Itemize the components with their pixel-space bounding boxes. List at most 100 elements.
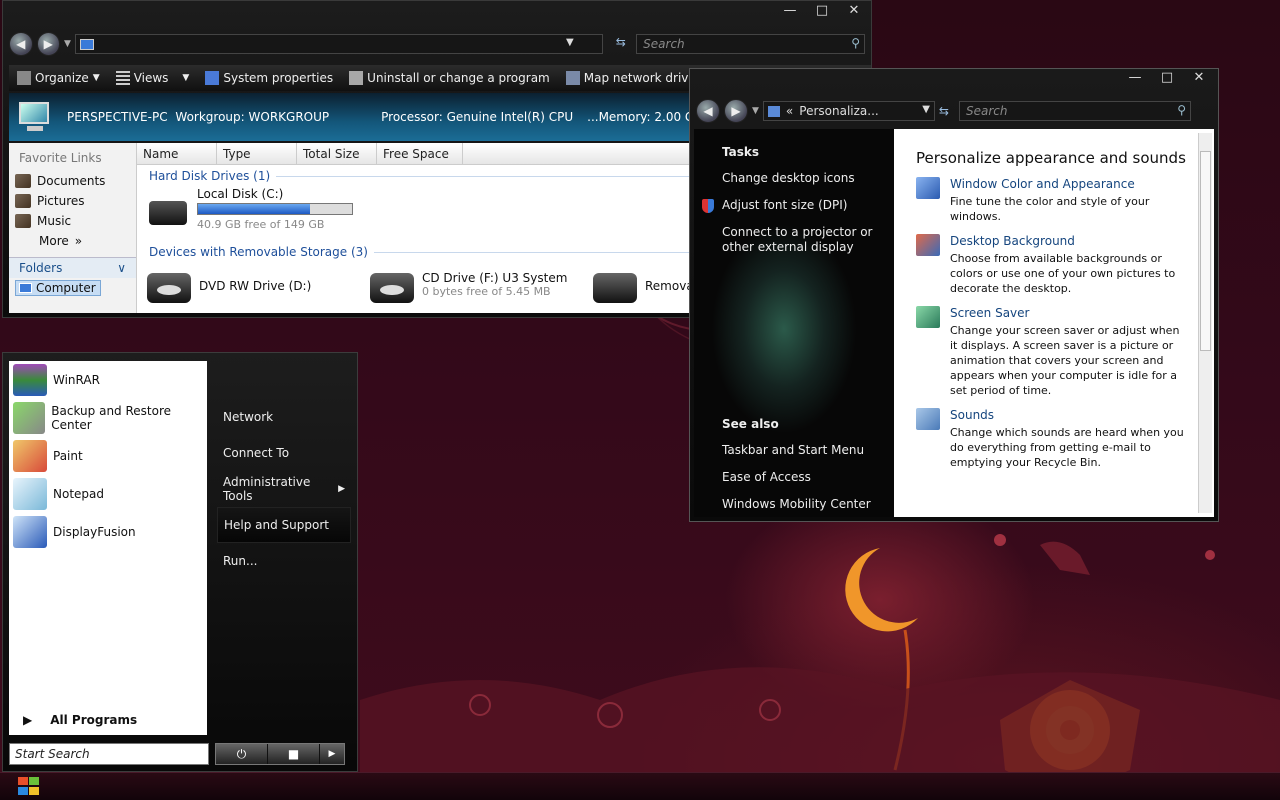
search-icon[interactable]: ⚲ xyxy=(851,36,860,50)
start-link-label: Help and Support xyxy=(224,518,329,532)
maximize-button[interactable]: □ xyxy=(1158,70,1176,85)
program-label: WinRAR xyxy=(53,373,100,387)
address-bar[interactable]: ▼ ⇆ xyxy=(74,34,626,54)
winrar-icon xyxy=(13,364,47,396)
start-link-connect-to[interactable]: Connect To xyxy=(217,435,351,471)
close-button[interactable]: ✕ xyxy=(1190,70,1208,85)
refresh-icon[interactable]: ⇆ xyxy=(939,104,949,118)
column-header-free-space[interactable]: Free Space xyxy=(377,143,463,164)
tree-item-computer[interactable]: Computer xyxy=(15,280,101,296)
task-connect-projector[interactable]: Connect to a projector or other external… xyxy=(722,225,892,255)
program-paint[interactable]: Paint xyxy=(9,437,207,475)
address-dropdown-icon[interactable]: ▼ xyxy=(566,37,574,48)
paint-icon xyxy=(13,440,47,472)
views-button[interactable]: Views ▼ xyxy=(108,71,198,85)
refresh-icon[interactable]: ⇆ xyxy=(616,35,626,49)
program-label: Notepad xyxy=(53,487,104,501)
drive-local-disk[interactable]: Local Disk (C:) 40.9 GB free of 149 GB xyxy=(147,187,353,231)
processor-label: Processor: xyxy=(381,110,443,124)
lock-button[interactable]: ■ xyxy=(268,744,320,764)
recent-pages-icon[interactable]: ▼ xyxy=(752,106,759,116)
drive-cd-u3[interactable]: CD Drive (F:) U3 System 0 bytes free of … xyxy=(370,269,567,305)
screen-saver-icon xyxy=(916,306,940,328)
views-label: Views xyxy=(133,71,169,85)
start-menu: WinRAR Backup and Restore Center Paint N… xyxy=(2,352,358,772)
program-displayfusion[interactable]: DisplayFusion xyxy=(9,513,207,551)
navigation-bar: ◀ ▶ ▼ « Personaliza... ▼ ⇆ Search ⚲ xyxy=(696,99,1212,123)
minimize-button[interactable]: — xyxy=(781,3,799,18)
power-button[interactable]: ⏻ xyxy=(216,744,268,764)
forward-button[interactable]: ▶ xyxy=(36,32,60,56)
processor-value: Genuine Intel(R) CPU xyxy=(446,110,574,124)
item-title[interactable]: Desktop Background xyxy=(950,234,1186,248)
map-network-drive-button[interactable]: Map network drive xyxy=(558,71,704,85)
folders-label: Folders xyxy=(19,261,63,275)
search-icon[interactable]: ⚲ xyxy=(1177,103,1186,117)
link-ease-of-access[interactable]: Ease of Access xyxy=(722,470,894,485)
drive-name: Remova xyxy=(645,279,694,293)
column-header-type[interactable]: Type xyxy=(217,143,297,164)
forward-button[interactable]: ▶ xyxy=(724,99,748,123)
power-buttons: ⏻ ■ ▶ xyxy=(215,743,345,765)
vertical-scrollbar[interactable] xyxy=(1198,133,1212,513)
start-link-help-support[interactable]: Help and Support xyxy=(217,507,351,543)
item-screen-saver[interactable]: Screen Saver Change your screen saver or… xyxy=(916,306,1194,398)
search-input[interactable]: Search ⚲ xyxy=(636,34,865,54)
link-windows-mobility-center[interactable]: Windows Mobility Center xyxy=(722,497,894,512)
minimize-button[interactable]: — xyxy=(1126,70,1144,85)
control-panel-body: Tasks Change desktop icons Adjust font s… xyxy=(694,129,1214,517)
item-desktop-background[interactable]: Desktop Background Choose from available… xyxy=(916,234,1194,296)
uninstall-button[interactable]: Uninstall or change a program xyxy=(341,71,558,85)
item-title[interactable]: Screen Saver xyxy=(950,306,1190,320)
program-winrar[interactable]: WinRAR xyxy=(9,361,207,399)
start-button[interactable] xyxy=(16,777,42,797)
maximize-button[interactable]: □ xyxy=(813,3,831,18)
folder-tree: Computer xyxy=(9,278,136,298)
back-button[interactable]: ◀ xyxy=(696,99,720,123)
drive-dvd-rw[interactable]: DVD RW Drive (D:) xyxy=(147,269,311,305)
back-button[interactable]: ◀ xyxy=(9,32,33,56)
favorite-link-pictures[interactable]: Pictures xyxy=(9,191,136,211)
shutdown-options-button[interactable]: ▶ xyxy=(320,744,344,764)
task-change-desktop-icons[interactable]: Change desktop icons xyxy=(722,171,894,186)
favorite-link-documents[interactable]: Documents xyxy=(9,171,136,191)
double-chevron-left-icon: « xyxy=(785,104,794,118)
close-button[interactable]: ✕ xyxy=(845,3,863,18)
task-adjust-font-size[interactable]: Adjust font size (DPI) xyxy=(702,198,894,213)
address-dropdown-icon[interactable]: ▼ xyxy=(922,104,930,115)
computer-name: PERSPECTIVE-PC xyxy=(67,110,168,124)
program-backup-restore[interactable]: Backup and Restore Center xyxy=(9,399,207,437)
start-link-network[interactable]: Network xyxy=(217,399,351,435)
workgroup-label: Workgroup: xyxy=(175,110,245,124)
start-link-label: Administrative Tools xyxy=(223,475,311,503)
favorite-link-music[interactable]: Music xyxy=(9,211,136,231)
start-link-run[interactable]: Run... xyxy=(217,543,351,579)
address-bar[interactable]: « Personaliza... ▼ xyxy=(762,101,935,121)
see-also-header: See also xyxy=(722,417,779,431)
displayfusion-icon xyxy=(13,516,47,548)
column-header-total-size[interactable]: Total Size xyxy=(297,143,377,164)
power-icon: ⏻ xyxy=(236,746,247,761)
link-taskbar-start-menu[interactable]: Taskbar and Start Menu xyxy=(722,443,894,458)
item-title[interactable]: Window Color and Appearance xyxy=(950,177,1186,191)
start-link-administrative-tools[interactable]: Administrative Tools ▶ xyxy=(217,471,351,507)
program-label: DisplayFusion xyxy=(53,525,136,539)
start-search-input[interactable]: Start Search xyxy=(9,743,209,765)
recent-pages-icon[interactable]: ▼ xyxy=(64,39,71,49)
item-title[interactable]: Sounds xyxy=(950,408,1186,422)
organize-button[interactable]: Organize ▼ xyxy=(9,71,108,85)
search-input[interactable]: Search ⚲ xyxy=(958,101,1191,121)
program-notepad[interactable]: Notepad xyxy=(9,475,207,513)
folders-toggle[interactable]: Folders ∨ xyxy=(9,257,136,278)
chevron-right-icon: ▶ xyxy=(338,484,345,494)
all-programs-button[interactable]: ▶ All Programs xyxy=(23,713,137,727)
column-header-name[interactable]: Name xyxy=(137,143,217,164)
drive-removable[interactable]: Remova xyxy=(593,269,694,305)
system-properties-icon xyxy=(205,71,220,85)
item-window-color[interactable]: Window Color and Appearance Fine tune th… xyxy=(916,177,1194,224)
scrollbar-thumb[interactable] xyxy=(1200,151,1211,351)
more-links-button[interactable]: More » xyxy=(9,231,136,251)
desktop-background-icon xyxy=(916,234,940,256)
system-properties-button[interactable]: System properties xyxy=(197,71,341,85)
item-sounds[interactable]: Sounds Change which sounds are heard whe… xyxy=(916,408,1194,470)
